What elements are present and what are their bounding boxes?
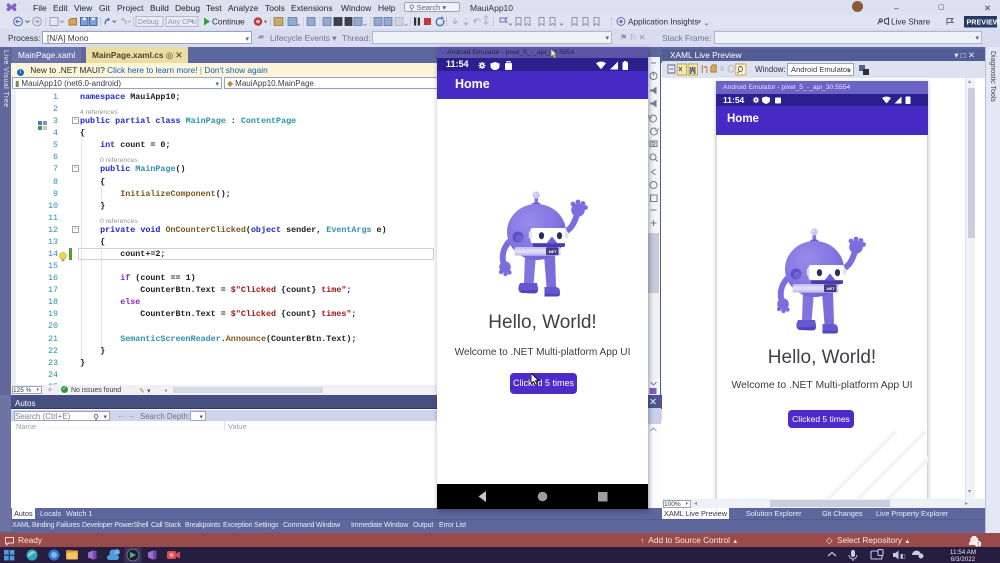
svg-text:PREVIEW: PREVIEW <box>967 17 1000 26</box>
svg-text:Debug: Debug <box>138 19 159 26</box>
svg-text:▾: ▾ <box>698 20 701 26</box>
svg-text:▾: ▾ <box>238 20 241 26</box>
svg-text:◧: ◧ <box>900 554 906 560</box>
svg-text:6/3/2022: 6/3/2022 <box>951 556 976 563</box>
svg-text:Live Share: Live Share <box>891 17 931 26</box>
svg-text:▾: ▾ <box>191 20 194 26</box>
svg-text:11:54 AM: 11:54 AM <box>950 549 976 556</box>
svg-text:▾: ▾ <box>264 20 267 26</box>
svg-text:Application Insights: Application Insights <box>628 17 699 26</box>
svg-text:[A]: [A] <box>690 68 696 75</box>
